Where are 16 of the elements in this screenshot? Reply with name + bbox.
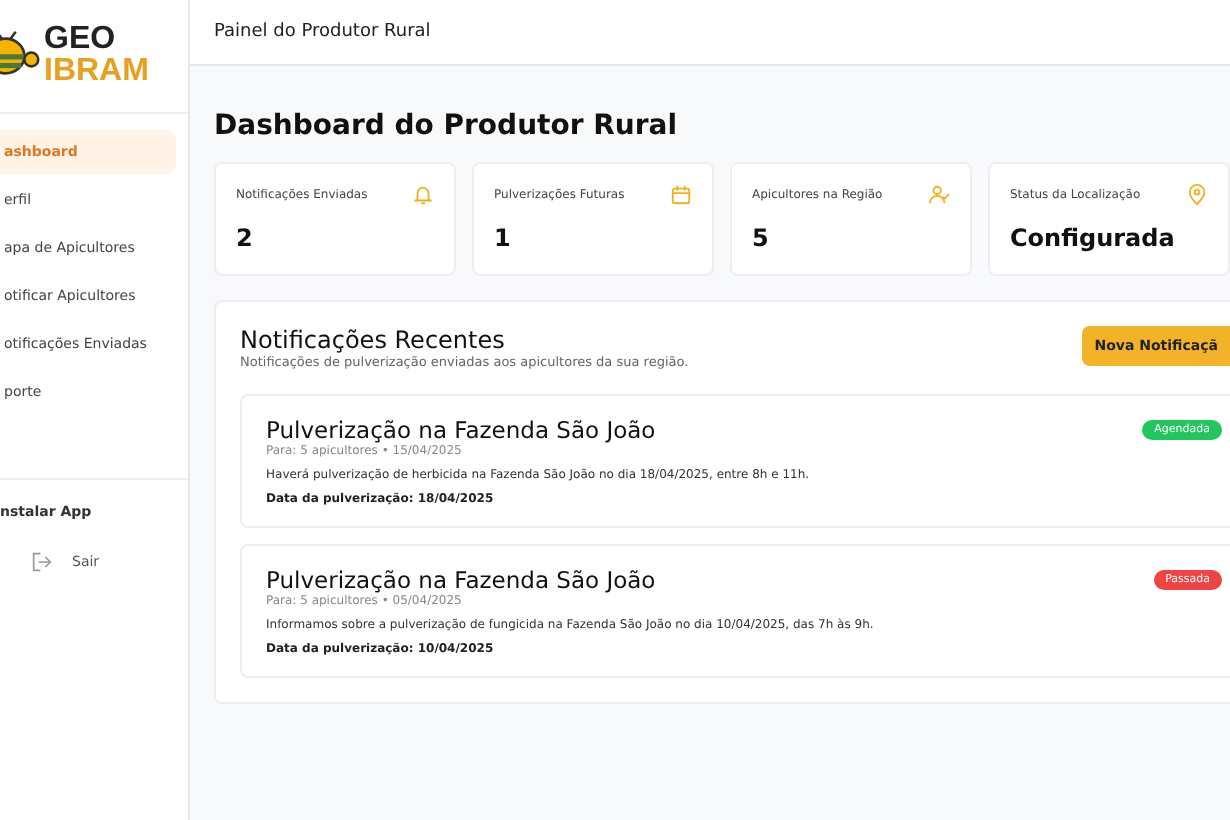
- logout-icon: [32, 552, 52, 572]
- notification-title: Pulverização na Fazenda São João: [266, 416, 656, 444]
- user-check-icon: [928, 184, 950, 206]
- header-title: Painel do Produtor Rural: [214, 22, 431, 42]
- logo-text: IBRAM: [44, 56, 149, 88]
- notification-title: Pulverização na Fazenda São João: [266, 566, 656, 594]
- stat-value: 1: [494, 224, 513, 252]
- stat-value: 5: [752, 224, 771, 252]
- page-title: Dashboard do Produtor Rural: [214, 110, 680, 142]
- logo-text: GEO: [44, 24, 118, 56]
- section-title: Notificações Recentes: [240, 326, 507, 354]
- stat-value: 2: [236, 224, 255, 252]
- calendar-icon: [670, 184, 692, 206]
- stat-value: Configurada: [1010, 224, 1177, 252]
- bell-icon: [412, 184, 434, 206]
- location-pin-icon: [1186, 184, 1208, 206]
